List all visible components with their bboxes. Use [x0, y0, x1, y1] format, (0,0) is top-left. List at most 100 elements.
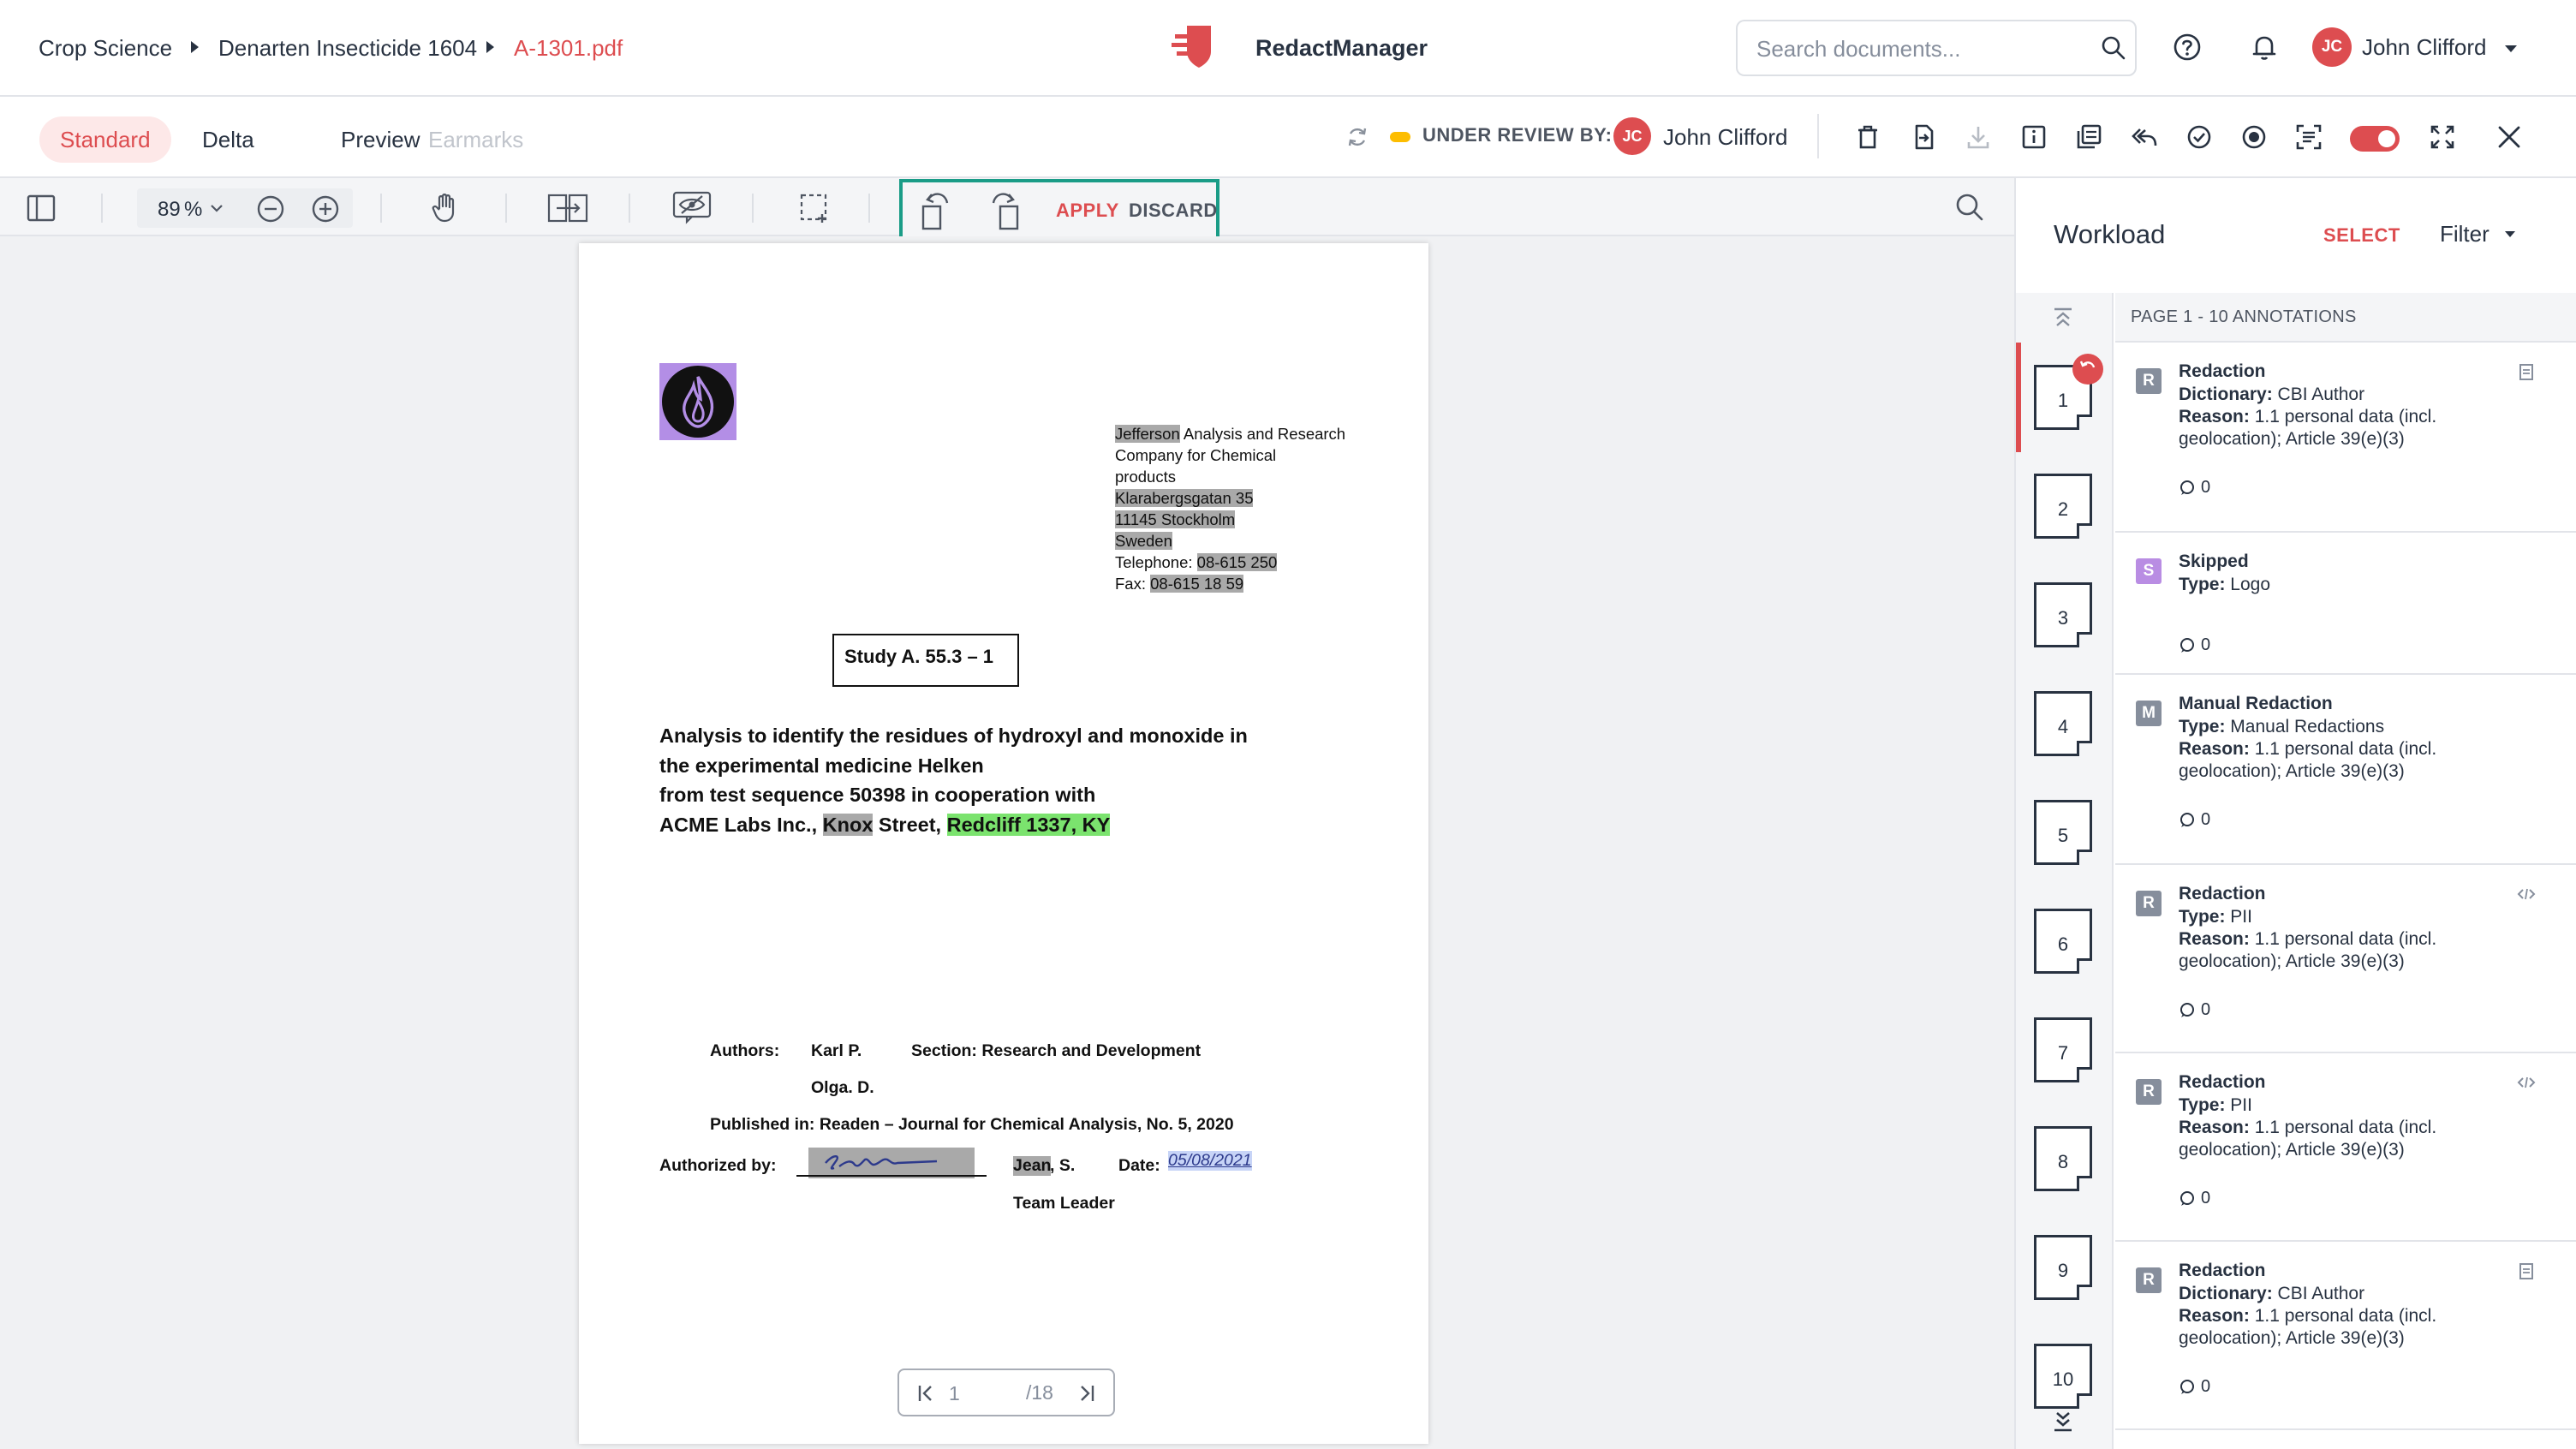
user-avatar[interactable]: JC: [2312, 27, 2352, 67]
search-input[interactable]: [1756, 35, 2082, 63]
page-thumbnail[interactable]: 6: [2034, 909, 2092, 974]
last-page-icon[interactable]: [1076, 1382, 1096, 1404]
page-thumbnail[interactable]: 8: [2034, 1126, 2092, 1191]
pan-hand-icon[interactable]: [428, 190, 462, 224]
page-thumbnail-number: 4: [2057, 716, 2069, 737]
author-2: Olga. D.: [811, 1078, 874, 1097]
page-total: /18: [1026, 1381, 1053, 1404]
comment-icon[interactable]: [2179, 1002, 2196, 1019]
redacted-text[interactable]: Klarabergsgatan 35: [1115, 489, 1254, 507]
notifications-bell-icon[interactable]: [2250, 33, 2279, 62]
zoom-value[interactable]: 89: [158, 198, 181, 222]
annotation-detail-value: PII: [2230, 907, 2252, 927]
page-thumbnail[interactable]: 7: [2034, 1017, 2092, 1082]
scroll-to-top-icon[interactable]: [2050, 305, 2076, 331]
page-thumbnail[interactable]: 9: [2034, 1235, 2092, 1300]
annotation-card[interactable]: R Redaction Type: PII Reason: 1.1 personal …: [2115, 1053, 2576, 1242]
redacted-text[interactable]: 08-615 18 59: [1150, 575, 1244, 593]
page-thumbnail[interactable]: 1: [2034, 354, 2103, 430]
close-icon[interactable]: [2494, 122, 2528, 156]
breadcrumb-item-current[interactable]: A-1301.pdf: [514, 34, 623, 62]
approve-check-icon[interactable]: [2184, 122, 2218, 156]
page-number-input[interactable]: [949, 1380, 1000, 1406]
ocr-scan-icon[interactable]: [2293, 122, 2328, 156]
filter-chevron-down-icon[interactable]: [2505, 231, 2515, 237]
active-page-indicator: [2016, 343, 2021, 452]
document-search-icon[interactable]: [1954, 192, 1985, 223]
code-icon[interactable]: [2516, 1072, 2537, 1093]
delete-document-icon[interactable]: [1852, 122, 1887, 156]
user-menu-chevron-down-icon[interactable]: [2505, 45, 2517, 52]
clipboard-icon[interactable]: [2516, 361, 2537, 382]
tab-earmarks[interactable]: Earmarks: [408, 116, 544, 163]
breadcrumb-separator-icon: [191, 41, 199, 53]
reload-icon[interactable]: [1346, 126, 1368, 148]
redacted-text[interactable]: Jefferson: [1115, 425, 1180, 443]
annotation-reason-key: Reason:: [2179, 1306, 2250, 1326]
comment-icon[interactable]: [2179, 637, 2196, 654]
redacted-text[interactable]: Redcliff 1337, KY: [946, 813, 1111, 836]
signature-line: [796, 1175, 987, 1177]
company-logo-image[interactable]: [659, 363, 736, 440]
first-page-icon[interactable]: [916, 1382, 937, 1404]
annotation-detail: Type: PII: [2179, 906, 2530, 928]
annotation-card[interactable]: R Redaction Dictionary: CBI Author Reason: …: [2115, 1242, 2576, 1430]
page-thumbnail[interactable]: 10: [2034, 1344, 2092, 1409]
filter-button[interactable]: Filter: [2440, 221, 2490, 247]
hide-annotations-eye-icon[interactable]: [671, 190, 713, 224]
tab-standard[interactable]: Standard: [39, 116, 171, 163]
page-thumbnail[interactable]: 5: [2034, 800, 2092, 865]
signature-redaction[interactable]: [808, 1148, 975, 1178]
tab-delta[interactable]: Delta: [182, 116, 275, 163]
breadcrumb-item-1[interactable]: Denarten Insecticide 1604: [218, 34, 477, 62]
toggle-sidebar-icon[interactable]: [26, 194, 57, 223]
help-icon[interactable]: [2173, 33, 2202, 62]
export-document-icon[interactable]: [1908, 122, 1942, 156]
annotation-card[interactable]: R Redaction Dictionary: CBI Author Reason: …: [2115, 343, 2576, 533]
zoom-dropdown-chevron-down-icon[interactable]: [209, 202, 224, 214]
redacted-text[interactable]: 08-615 250: [1196, 553, 1278, 571]
reviewer-name[interactable]: John Clifford: [1663, 124, 1788, 151]
user-name[interactable]: John Clifford: [2362, 34, 2487, 61]
breadcrumb-separator-icon: [486, 41, 494, 53]
zoom-out-icon[interactable]: [255, 194, 286, 224]
zoom-in-icon[interactable]: [310, 194, 341, 224]
reviewer-avatar[interactable]: JC: [1613, 117, 1651, 155]
area-select-icon[interactable]: [798, 192, 832, 224]
redacted-text[interactable]: Knox: [822, 813, 874, 836]
discard-rotation-button[interactable]: DISCARD: [1129, 200, 1218, 222]
annotation-card[interactable]: S Skipped Type: Logo 0: [2115, 533, 2576, 675]
clipboard-icon[interactable]: [2516, 1261, 2537, 1281]
comment-icon[interactable]: [2179, 1379, 2196, 1396]
document-info-icon[interactable]: [2018, 122, 2053, 156]
record-icon[interactable]: [2239, 122, 2273, 156]
comment-icon[interactable]: [2179, 812, 2196, 829]
page-thumbnail[interactable]: 4: [2034, 691, 2092, 756]
compare-pages-icon[interactable]: [2073, 122, 2108, 156]
annotation-card[interactable]: M Manual Redaction Type: Manual Redactions…: [2115, 675, 2576, 865]
apply-rotation-button[interactable]: APPLY: [1056, 200, 1119, 222]
compare-pages-toggle-icon[interactable]: [546, 192, 589, 224]
redacted-text[interactable]: 11145 Stockholm: [1115, 510, 1236, 528]
page-thumbnail[interactable]: 3: [2034, 582, 2092, 647]
undo-all-icon[interactable]: [2129, 122, 2163, 156]
signer-name[interactable]: Jean: [1013, 1156, 1052, 1176]
date-value[interactable]: 05/08/2021: [1168, 1151, 1252, 1171]
select-button[interactable]: SELECT: [2323, 224, 2400, 247]
redacted-text[interactable]: Sweden: [1115, 532, 1172, 550]
search-icon[interactable]: [2101, 35, 2126, 61]
comment-icon[interactable]: [2179, 1190, 2196, 1208]
code-icon[interactable]: [2516, 884, 2537, 904]
breadcrumb-item-0[interactable]: Crop Science: [39, 34, 172, 62]
toggle-switch[interactable]: [2350, 126, 2400, 152]
annotation-card[interactable]: R Redaction Type: PII Reason: 1.1 personal …: [2115, 865, 2576, 1053]
comment-icon[interactable]: [2179, 480, 2196, 497]
scroll-to-bottom-icon[interactable]: [2050, 1408, 2076, 1434]
annotation-type-badge: R: [2136, 1079, 2162, 1105]
page-thumbnail[interactable]: 2: [2034, 474, 2092, 539]
fullscreen-icon[interactable]: [2427, 122, 2461, 156]
rotate-left-icon[interactable]: [916, 188, 954, 234]
heading-text: from test sequence 50398 in cooperation …: [659, 784, 1096, 806]
rotate-right-icon[interactable]: [987, 188, 1024, 234]
download-icon[interactable]: [1963, 122, 1997, 156]
